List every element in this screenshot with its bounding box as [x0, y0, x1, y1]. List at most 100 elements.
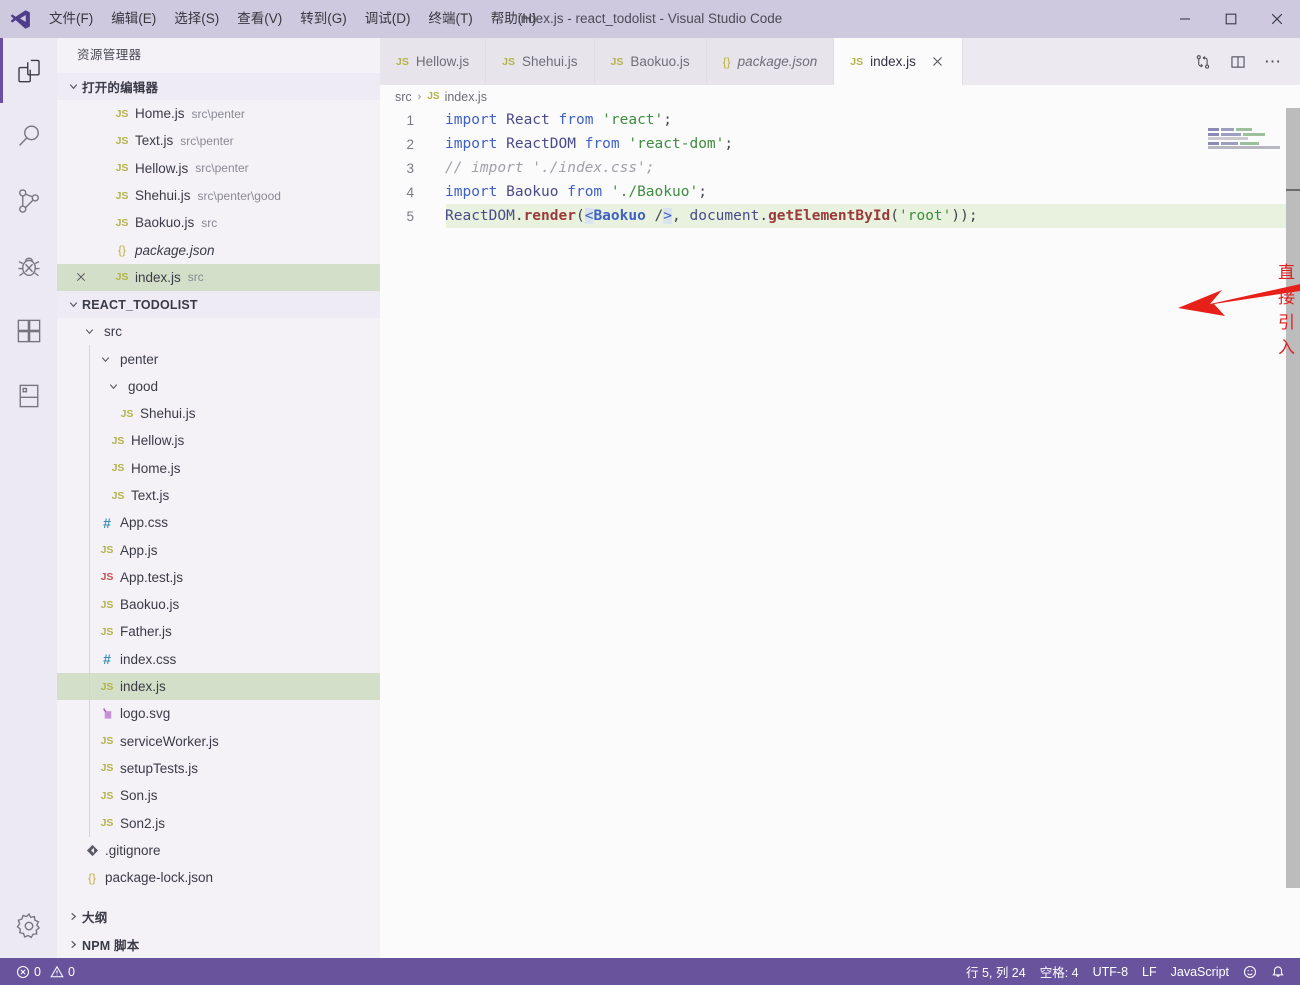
- open-editor-name: Shehui.js: [135, 188, 191, 204]
- tree-file-text-js[interactable]: JS Text.js: [57, 481, 380, 510]
- indent-guide: [89, 809, 90, 837]
- breadcrumb-file[interactable]: JS index.js: [427, 90, 487, 104]
- js-file-icon: JS: [100, 789, 114, 802]
- code-line: 4 import Baokuo from './Baokuo';: [380, 180, 1300, 204]
- tree-folder-src[interactable]: src: [57, 318, 380, 345]
- tree-file-father-js[interactable]: JS Father.js: [57, 618, 380, 646]
- breadcrumb-folder[interactable]: src ›: [395, 90, 427, 104]
- tab-hellow-js[interactable]: JS Hellow.js: [380, 38, 487, 85]
- chevron-right-icon: [65, 939, 82, 950]
- error-icon: [16, 965, 30, 978]
- tree-file-app-css[interactable]: # App.css: [57, 509, 380, 537]
- more-actions-icon[interactable]: ⋯: [1258, 47, 1288, 77]
- activity-extensions-icon[interactable]: [0, 298, 57, 363]
- split-editor-icon[interactable]: [1223, 47, 1253, 77]
- status-problems[interactable]: 0 0: [9, 958, 82, 985]
- chevron-down-icon: [97, 354, 114, 365]
- tree-file-index-js[interactable]: JS index.js: [57, 672, 380, 701]
- activity-explorer-icon[interactable]: [0, 38, 57, 103]
- open-editor-item[interactable]: JS Text.js src\penter: [57, 127, 380, 154]
- open-editor-item[interactable]: JS Home.js src\penter: [57, 100, 380, 127]
- tree-file-home-js[interactable]: JS Home.js: [57, 454, 380, 482]
- sidebar-bottom-sections: 大纲 NPM 脚本: [57, 902, 380, 958]
- tree-file-gitignore[interactable]: .gitignore: [57, 837, 380, 864]
- js-file-icon: JS: [100, 817, 114, 830]
- tree-file-hellow-js[interactable]: JS Hellow.js: [57, 427, 380, 455]
- json-file-icon: {}: [117, 243, 126, 258]
- tree-folder-good[interactable]: good: [57, 372, 380, 400]
- close-icon[interactable]: [71, 272, 91, 282]
- section-project-react-todolist[interactable]: REACT_TODOLIST: [57, 291, 380, 319]
- status-language-mode[interactable]: JavaScript: [1164, 958, 1236, 985]
- open-editor-item[interactable]: {} package.json: [57, 236, 380, 263]
- open-editor-path: src: [201, 215, 218, 230]
- status-eol[interactable]: LF: [1135, 958, 1164, 985]
- menu-help[interactable]: 帮助(H): [482, 0, 546, 38]
- open-editor-item[interactable]: JS Shehui.js src\penter\good: [57, 182, 380, 209]
- menu-file[interactable]: 文件(F): [40, 0, 102, 38]
- status-indentation[interactable]: 空格: 4: [1033, 958, 1086, 985]
- js-file-icon: JS: [850, 55, 864, 68]
- activity-search-icon[interactable]: [0, 103, 57, 168]
- line-content: import React from 'react';: [445, 112, 672, 128]
- minimize-button[interactable]: [1162, 0, 1208, 38]
- activity-source-control-icon[interactable]: [0, 168, 57, 233]
- editor-vertical-scrollbar[interactable]: [1286, 108, 1300, 958]
- tree-folder-penter[interactable]: penter: [57, 345, 380, 373]
- status-encoding[interactable]: UTF-8: [1086, 958, 1135, 985]
- activity-bar: [0, 38, 57, 958]
- tree-file-logo-svg[interactable]: logo.svg: [57, 700, 380, 728]
- section-outline[interactable]: 大纲: [57, 902, 380, 930]
- line-content: import ReactDOM from 'react-dom';: [445, 136, 734, 152]
- tree-file-setuptests-js[interactable]: JS setupTests.js: [57, 754, 380, 783]
- vscode-window: 文件(F) 编辑(E) 选择(S) 查看(V) 转到(G) 调试(D) 终端(T…: [0, 0, 1300, 985]
- status-cursor-position[interactable]: 行 5, 列 24: [959, 958, 1033, 985]
- tab-close-icon[interactable]: [930, 54, 946, 70]
- tree-item-label: Baokuo.js: [120, 597, 180, 613]
- tree-file-son-js[interactable]: JS Son.js: [57, 782, 380, 810]
- tab-shehui-js[interactable]: JS Shehui.js: [486, 38, 595, 85]
- status-feedback-smiley-icon[interactable]: [1236, 958, 1264, 985]
- menu-selection[interactable]: 选择(S): [165, 0, 228, 38]
- menu-go[interactable]: 转到(G): [291, 0, 356, 38]
- code-editor[interactable]: 1 import React from 'react'; 2 import Re…: [380, 108, 1300, 958]
- tree-file-app-js[interactable]: JS App.js: [57, 536, 380, 564]
- js-file-icon: JS: [115, 107, 129, 120]
- open-editor-item[interactable]: JS Hellow.js src\penter: [57, 155, 380, 182]
- section-npm-scripts[interactable]: NPM 脚本: [57, 930, 380, 958]
- section-open-editors[interactable]: 打开的编辑器: [57, 73, 380, 100]
- tree-file-shehui-js[interactable]: JS Shehui.js: [57, 399, 380, 428]
- tree-file-app-test-js[interactable]: JS App.test.js: [57, 563, 380, 592]
- tree-file-serviceworker-js[interactable]: JS serviceWorker.js: [57, 727, 380, 755]
- settings-gear-icon[interactable]: [0, 893, 57, 958]
- open-editor-item-index-js[interactable]: JS index.js src: [57, 263, 380, 292]
- git-file-icon: [81, 844, 103, 857]
- tab-label: Hellow.js: [415, 54, 470, 69]
- tab-baokuo-js[interactable]: JS Baokuo.js: [594, 38, 707, 85]
- indent-guide: [89, 345, 90, 373]
- open-editor-item[interactable]: JS Baokuo.js src: [57, 209, 380, 236]
- activity-remote-explorer-icon[interactable]: [0, 363, 57, 428]
- menu-debug[interactable]: 调试(D): [356, 0, 420, 38]
- menu-edit[interactable]: 编辑(E): [102, 0, 165, 38]
- close-button[interactable]: [1254, 0, 1300, 38]
- scrollbar-thumb[interactable]: [1286, 108, 1300, 888]
- code-line: 1 import React from 'react';: [380, 108, 1300, 132]
- tab-package-json[interactable]: {} package.json: [706, 38, 835, 85]
- title-bar: 文件(F) 编辑(E) 选择(S) 查看(V) 转到(G) 调试(D) 终端(T…: [0, 0, 1300, 38]
- activity-debug-icon[interactable]: [0, 233, 57, 298]
- tab-index-js[interactable]: JS index.js: [834, 38, 963, 85]
- js-file-icon: JS: [100, 680, 114, 693]
- tree-file-index-css[interactable]: # index.css: [57, 645, 380, 673]
- open-editor-name: Baokuo.js: [135, 215, 195, 231]
- tree-file-baokuo-js[interactable]: JS Baokuo.js: [57, 591, 380, 619]
- source-control-compare-icon[interactable]: [1188, 47, 1218, 77]
- chevron-down-icon: [65, 299, 82, 310]
- css-file-icon: #: [103, 651, 111, 668]
- menu-view[interactable]: 查看(V): [228, 0, 291, 38]
- status-notifications-bell-icon[interactable]: [1264, 958, 1292, 985]
- tree-file-package-lock-json[interactable]: {} package-lock.json: [57, 864, 380, 891]
- maximize-button[interactable]: [1208, 0, 1254, 38]
- menu-terminal[interactable]: 终端(T): [420, 0, 482, 38]
- tree-file-son2-js[interactable]: JS Son2.js: [57, 809, 380, 837]
